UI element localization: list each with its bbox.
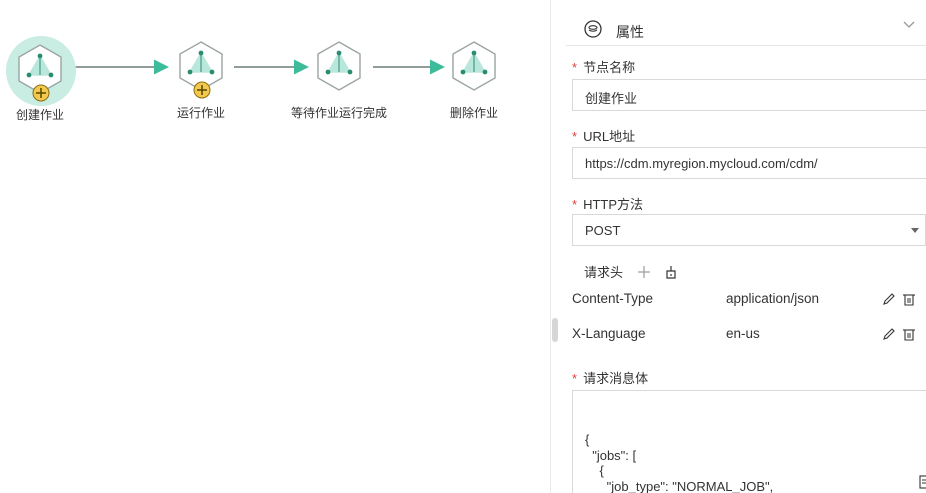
required-marker: * bbox=[572, 197, 578, 212]
http-method-select[interactable]: POST bbox=[572, 214, 926, 246]
request-body-textarea[interactable]: { "jobs": [ { "job_type": "NORMAL_JOB", … bbox=[572, 390, 926, 493]
add-node-icon[interactable] bbox=[193, 81, 211, 99]
expand-editor-icon[interactable] bbox=[919, 475, 926, 489]
node-label: 运行作业 bbox=[176, 106, 225, 120]
import-header-icon[interactable] bbox=[664, 265, 678, 279]
header-key: Content-Type bbox=[572, 291, 654, 306]
required-marker: * bbox=[572, 60, 578, 75]
workflow-node-run-job[interactable]: 运行作业 bbox=[171, 41, 231, 121]
node-label: 创建作业 bbox=[15, 108, 64, 122]
properties-panel: 属性 * 节点名称 创建作业 * URL地址 https://cdm.myregio… bbox=[566, 0, 926, 493]
node-label: 等待作业运行完成 bbox=[290, 106, 387, 120]
node-label: 删除作业 bbox=[449, 106, 498, 120]
workflow-canvas[interactable]: 创建作业 运行作业 等待作业运行完成 删除作业 bbox=[0, 0, 548, 493]
url-label: * URL地址 bbox=[572, 129, 636, 144]
rest-node-icon bbox=[452, 41, 496, 91]
workflow-node-delete-job[interactable]: 删除作业 bbox=[444, 41, 504, 121]
splitter-grip-handle[interactable] bbox=[552, 318, 558, 342]
http-method-label: * HTTP方法 bbox=[572, 197, 644, 212]
edit-icon[interactable] bbox=[882, 327, 896, 341]
node-name-label: * 节点名称 bbox=[572, 60, 636, 75]
add-node-icon[interactable] bbox=[32, 84, 50, 102]
request-header-toolbar: 请求头 bbox=[584, 262, 678, 282]
caret-down-icon bbox=[911, 228, 919, 233]
node-name-input[interactable]: 创建作业 bbox=[572, 79, 926, 111]
required-marker: * bbox=[572, 371, 578, 386]
header-value: en-us bbox=[726, 326, 760, 341]
chevron-down-icon[interactable] bbox=[902, 18, 916, 32]
panel-splitter[interactable] bbox=[550, 0, 564, 493]
request-body-text: { "jobs": [ { "job_type": "NORMAL_JOB", … bbox=[585, 432, 774, 493]
workflow-node-create-job[interactable]: 创建作业 bbox=[6, 36, 76, 124]
delete-icon[interactable] bbox=[902, 292, 916, 306]
rest-node-icon bbox=[317, 41, 361, 91]
request-body-label: * 请求消息体 bbox=[572, 371, 649, 386]
request-header-label: 请求头 bbox=[584, 265, 624, 280]
panel-header[interactable]: 属性 bbox=[566, 10, 926, 46]
required-marker: * bbox=[572, 129, 578, 144]
panel-title: 属性 bbox=[616, 24, 644, 40]
header-row: Content-Type application/json bbox=[572, 291, 926, 313]
header-value: application/json bbox=[726, 291, 820, 306]
header-row: X-Language en-us bbox=[572, 326, 926, 348]
workflow-node-wait-job[interactable]: 等待作业运行完成 bbox=[291, 41, 387, 121]
edit-icon[interactable] bbox=[882, 292, 896, 306]
add-header-icon[interactable] bbox=[637, 265, 651, 279]
header-key: X-Language bbox=[572, 326, 646, 341]
layers-icon bbox=[584, 20, 602, 38]
http-method-value: POST bbox=[585, 223, 621, 238]
delete-icon[interactable] bbox=[902, 327, 916, 341]
url-input[interactable]: https://cdm.myregion.mycloud.com/cdm/ bbox=[572, 147, 926, 179]
